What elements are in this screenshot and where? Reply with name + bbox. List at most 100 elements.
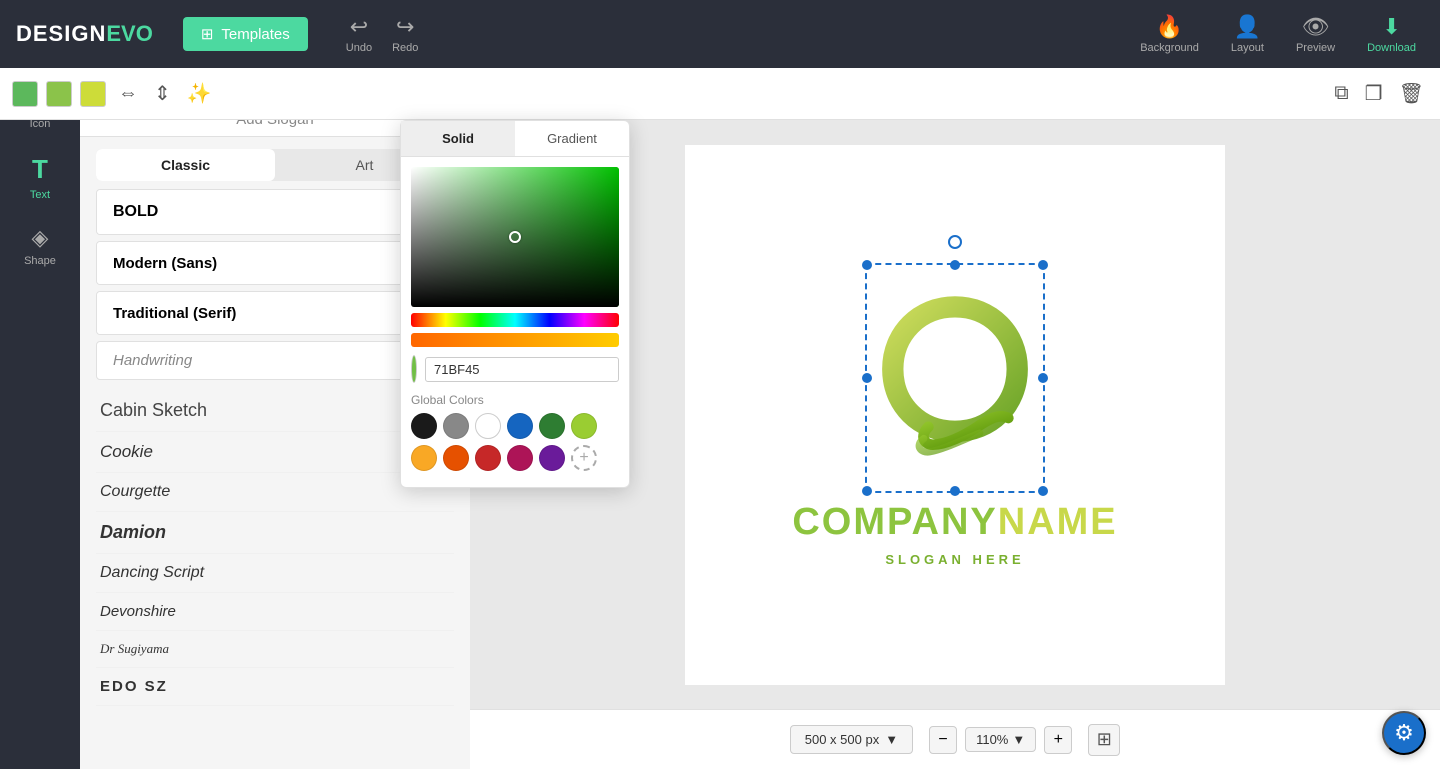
grid-icon: ⊞ (1097, 729, 1112, 750)
alpha-bar[interactable] (411, 333, 619, 347)
preview-label: Preview (1296, 42, 1335, 54)
logo-evo-text: EVO (106, 21, 152, 47)
sidebar-item-text[interactable]: T Text (0, 144, 80, 211)
redo-button[interactable]: ↪ Redo (384, 10, 426, 58)
picker-tab-gradient[interactable]: Gradient (515, 121, 629, 156)
font-item-damion[interactable]: Damion (96, 512, 454, 554)
download-icon: ⬇ (1382, 14, 1400, 40)
left-panel: ⬡ Icon T Text ◈ Shape (0, 68, 80, 769)
preview-icon: 👁 (1302, 14, 1330, 40)
slogan-text[interactable]: SLOGAN HERE (885, 552, 1024, 567)
hue-bar[interactable] (411, 313, 619, 327)
preview-button[interactable]: 👁 Preview (1288, 10, 1343, 58)
layers-button[interactable]: ⧉ (1330, 80, 1352, 107)
logo-icon-wrapper[interactable] (865, 263, 1045, 493)
gc-add-button[interactable]: + (571, 445, 597, 471)
zoom-percent: 110% (976, 732, 1008, 747)
redo-label: Redo (392, 42, 418, 54)
global-colors-grid: + (411, 413, 619, 471)
logo-canvas: COMPANY NAME SLOGAN HERE (792, 263, 1117, 567)
traditional-label: Traditional (Serif) (113, 305, 236, 322)
sidebar-item-shape[interactable]: ◈ Shape (0, 215, 80, 277)
background-button[interactable]: 🔥 Background (1132, 10, 1207, 58)
flip-horizontal-button[interactable]: ⇔ (114, 80, 142, 107)
gc-swatch-red[interactable] (475, 445, 501, 471)
grid-toggle-button[interactable]: ⊞ (1088, 724, 1120, 756)
download-button[interactable]: ⬇ Download (1359, 10, 1424, 58)
redo-icon: ↪ (396, 14, 414, 40)
font-item-dr-sugiyama[interactable]: Dr Sugiyama (96, 631, 454, 668)
flip-vertical-button[interactable]: ⇕ (150, 79, 175, 108)
hex-color-swatch[interactable] (411, 355, 417, 383)
settings-icon: ⚙ (1394, 720, 1414, 746)
app-logo: DESIGN EVO (16, 21, 153, 47)
zoom-chevron-icon: ▼ (1012, 732, 1025, 747)
zoom-value-display[interactable]: 110% ▼ (965, 727, 1036, 752)
handwriting-label-text: Handwriting (113, 352, 192, 369)
layout-icon: 👤 (1234, 14, 1261, 40)
font-item-edo-sz[interactable]: EDO SZ (96, 668, 454, 706)
canvas-size-label: 500 x 500 px (805, 732, 879, 747)
logo-icon-svg (865, 263, 1045, 493)
canvas-size-button[interactable]: 500 x 500 px ▼ (790, 725, 913, 754)
logo-design-text: DESIGN (16, 21, 106, 47)
color-picker-popup: Solid Gradient Global Colors + (400, 120, 630, 488)
gc-swatch-yellow[interactable] (411, 445, 437, 471)
text-panel-label: Text (30, 189, 50, 201)
global-colors-label: Global Colors (411, 393, 619, 407)
canvas[interactable]: COMPANY NAME SLOGAN HERE (685, 145, 1225, 685)
color-swatch-1[interactable] (12, 81, 38, 107)
magic-button[interactable]: ✨ (183, 79, 216, 108)
right-tools-group: 🔥 Background 👤 Layout 👁 Preview ⬇ Downlo… (1132, 10, 1424, 58)
picker-circle[interactable] (509, 231, 521, 243)
shape-panel-label: Shape (24, 255, 56, 267)
zoom-control: − 110% ▼ + (929, 726, 1072, 754)
templates-button[interactable]: ⊞ Templates (183, 17, 308, 51)
gc-swatch-white[interactable] (475, 413, 501, 439)
color-hex-row (411, 355, 619, 383)
gc-swatch-pink[interactable] (507, 445, 533, 471)
company-name-text[interactable]: COMPANY NAME (792, 501, 1117, 544)
gc-swatch-black[interactable] (411, 413, 437, 439)
gc-swatch-orange[interactable] (443, 445, 469, 471)
templates-icon: ⊞ (201, 25, 214, 43)
settings-fab-button[interactable]: ⚙ (1382, 711, 1426, 755)
gc-swatch-lime[interactable] (571, 413, 597, 439)
background-icon: 🔥 (1156, 14, 1183, 40)
rotate-handle[interactable] (948, 235, 962, 249)
delete-button[interactable]: 🗑 (1395, 79, 1428, 108)
top-toolbar: DESIGN EVO ⊞ Templates ↩ Undo ↪ Redo 🔥 B… (0, 0, 1440, 68)
zoom-out-button[interactable]: − (929, 726, 957, 754)
bold-label: BOLD (113, 203, 158, 221)
font-item-dancing-script[interactable]: Dancing Script (96, 554, 454, 593)
gc-swatch-blue[interactable] (507, 413, 533, 439)
company-name-part2: NAME (998, 501, 1118, 544)
color-swatch-2[interactable] (46, 81, 72, 107)
sub-toolbar: ⇔ ⇕ ✨ ⧉ ❐ 🗑 (0, 68, 1440, 120)
picker-tab-solid[interactable]: Solid (401, 121, 515, 156)
zoom-in-button[interactable]: + (1044, 726, 1072, 754)
color-gradient-box[interactable] (411, 167, 619, 307)
text-panel-icon: T (32, 154, 48, 185)
sub-toolbar-right: ⧉ ❐ 🗑 (1330, 79, 1428, 108)
picker-tabs: Solid Gradient (401, 121, 629, 157)
undo-label: Undo (346, 42, 372, 54)
layout-button[interactable]: 👤 Layout (1223, 10, 1272, 58)
bottom-bar: 500 x 500 px ▼ − 110% ▼ + ⊞ (470, 709, 1440, 769)
modern-label: Modern (Sans) (113, 255, 217, 272)
undo-icon: ↩ (350, 14, 368, 40)
company-name-part1: COMPANY (792, 501, 997, 544)
shape-panel-icon: ◈ (32, 225, 49, 251)
undo-button[interactable]: ↩ Undo (338, 10, 380, 58)
undo-redo-group: ↩ Undo ↪ Redo (338, 10, 427, 58)
background-label: Background (1140, 42, 1199, 54)
gc-swatch-purple[interactable] (539, 445, 565, 471)
gc-swatch-gray[interactable] (443, 413, 469, 439)
hex-input[interactable] (425, 357, 619, 382)
gc-swatch-green[interactable] (539, 413, 565, 439)
duplicate-button[interactable]: ❐ (1361, 79, 1387, 108)
layout-label: Layout (1231, 42, 1264, 54)
color-swatch-3[interactable] (80, 81, 106, 107)
font-item-devonshire[interactable]: Devonshire (96, 593, 454, 631)
tab-classic[interactable]: Classic (96, 149, 275, 181)
